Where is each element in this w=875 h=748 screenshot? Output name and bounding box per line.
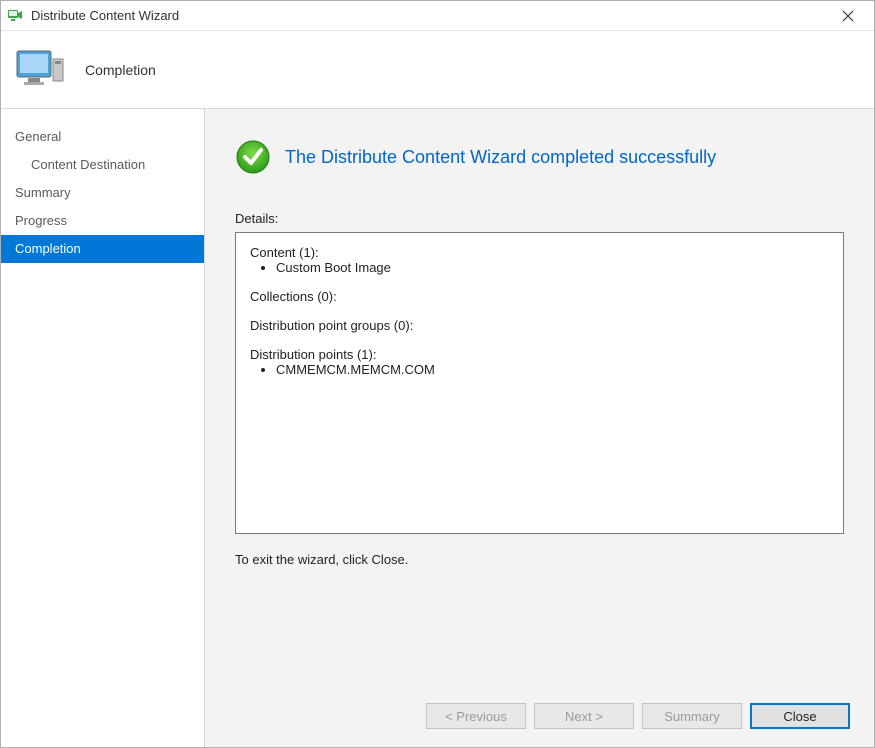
details-section-list: Custom Boot Image [250,260,829,275]
wizard-main: The Distribute Content Wizard completed … [205,109,874,747]
content-area: The Distribute Content Wizard completed … [205,109,874,691]
success-row: The Distribute Content Wizard completed … [235,139,844,175]
details-label: Details: [235,211,844,226]
next-button: Next > [534,703,634,729]
details-section-title: Distribution point groups (0): [250,318,829,333]
page-title: Completion [85,62,156,78]
app-icon [7,8,23,24]
details-section: Distribution points (1):CMMEMCM.MEMCM.CO… [250,347,829,377]
sidebar-item-content-destination[interactable]: Content Destination [1,151,204,179]
details-section-item: Custom Boot Image [276,260,829,275]
exit-instruction: To exit the wizard, click Close. [235,552,844,567]
window-title: Distribute Content Wizard [31,8,828,23]
button-row: < Previous Next > Summary Close [205,691,874,747]
monitor-icon [15,48,67,92]
wizard-body: GeneralContent DestinationSummaryProgres… [1,109,874,747]
details-section: Content (1):Custom Boot Image [250,245,829,275]
wizard-header: Completion [1,31,874,109]
details-section: Collections (0): [250,289,829,304]
sidebar-item-progress[interactable]: Progress [1,207,204,235]
close-icon[interactable] [828,2,868,30]
details-section-item: CMMEMCM.MEMCM.COM [276,362,829,377]
success-message: The Distribute Content Wizard completed … [285,147,716,168]
sidebar-item-completion[interactable]: Completion [1,235,204,263]
details-section: Distribution point groups (0): [250,318,829,333]
success-check-icon [235,139,271,175]
summary-button: Summary [642,703,742,729]
details-section-title: Distribution points (1): [250,347,829,362]
close-button[interactable]: Close [750,703,850,729]
details-section-title: Collections (0): [250,289,829,304]
details-section-list: CMMEMCM.MEMCM.COM [250,362,829,377]
wizard-sidebar: GeneralContent DestinationSummaryProgres… [1,109,205,747]
titlebar: Distribute Content Wizard [1,1,874,31]
sidebar-item-general[interactable]: General [1,123,204,151]
details-box: Content (1):Custom Boot Image Collections… [235,232,844,534]
previous-button: < Previous [426,703,526,729]
wizard-window: Distribute Content Wizard Completion Gen… [0,0,875,748]
details-section-title: Content (1): [250,245,829,260]
sidebar-item-summary[interactable]: Summary [1,179,204,207]
